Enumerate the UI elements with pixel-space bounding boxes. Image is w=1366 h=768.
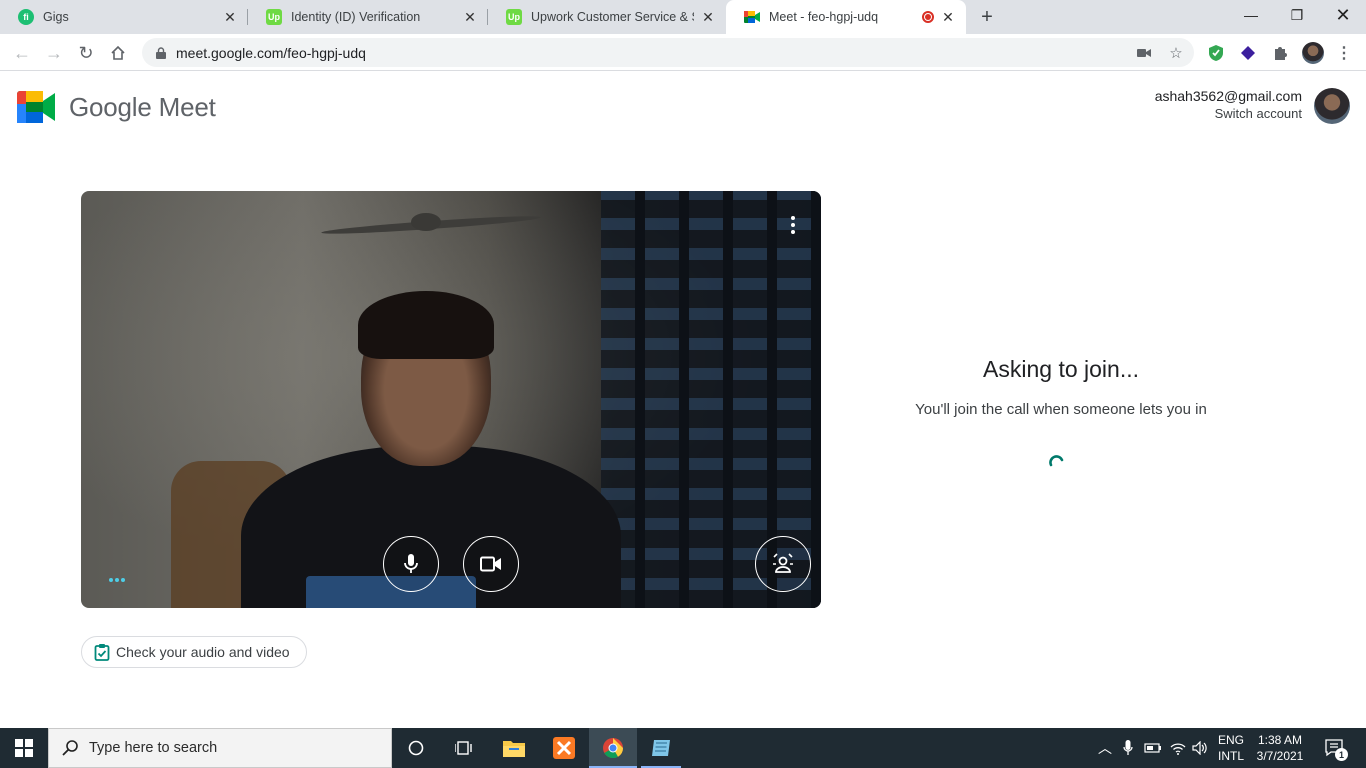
action-center-button[interactable]: 1 xyxy=(1320,728,1350,768)
taskbar-clock[interactable]: 1:38 AM 3/7/2021 xyxy=(1252,732,1308,764)
video-camera-icon xyxy=(480,556,501,572)
keyboard-layout: INTL xyxy=(1217,749,1244,763)
check-audio-video-button[interactable]: Check your audio and video xyxy=(81,636,307,668)
shield-extension-icon[interactable] xyxy=(1206,43,1226,63)
close-window-button[interactable]: ✕ xyxy=(1320,0,1366,30)
cortana-button[interactable] xyxy=(392,728,440,768)
close-icon[interactable]: ✕ xyxy=(462,9,478,25)
microphone-icon xyxy=(404,554,418,573)
chrome-button[interactable] xyxy=(589,728,637,768)
tab-meet[interactable]: Meet - feo-hgpj-udq ✕ xyxy=(726,0,966,34)
notepad-button[interactable] xyxy=(637,728,685,768)
clipboard-check-icon xyxy=(94,644,110,661)
profile-avatar[interactable] xyxy=(1302,42,1324,64)
tab-identity-verification[interactable]: Up Identity (ID) Verification ✕ xyxy=(248,0,488,34)
account-info: ashah3562@gmail.com Switch account xyxy=(1155,88,1302,122)
close-icon[interactable]: ✕ xyxy=(940,9,956,25)
restore-button[interactable]: ❐ xyxy=(1274,0,1320,30)
xampp-icon xyxy=(553,737,575,759)
tab-title: Gigs xyxy=(43,10,69,24)
tab-upwork-support[interactable]: Up Upwork Customer Service & Sup ✕ xyxy=(488,0,726,34)
audio-level-dots xyxy=(109,578,125,582)
windows-logo-icon xyxy=(15,739,33,757)
new-tab-button[interactable]: + xyxy=(976,6,998,28)
switch-account-link[interactable]: Switch account xyxy=(1155,105,1302,122)
recording-indicator-icon xyxy=(922,11,934,23)
camera-in-use-icon[interactable] xyxy=(1134,43,1154,63)
background-effects-icon xyxy=(773,553,793,573)
ceiling-fan-shape xyxy=(281,203,561,243)
chrome-icon xyxy=(603,738,624,759)
close-icon[interactable]: ✕ xyxy=(222,9,238,25)
google-meet-icon xyxy=(17,91,55,123)
google-meet-icon xyxy=(744,9,760,25)
clock-date: 3/7/2021 xyxy=(1256,749,1304,763)
google-meet-logo[interactable]: Google Meet xyxy=(17,91,216,123)
upwork-icon: Up xyxy=(506,9,522,25)
brand-name: Google Meet xyxy=(69,91,216,122)
browser-menu-icon[interactable]: ⋮ xyxy=(1334,43,1354,63)
account-avatar[interactable] xyxy=(1314,88,1350,124)
camera-toggle-button[interactable] xyxy=(463,536,519,592)
cortana-circle-icon xyxy=(408,740,424,756)
battery-tray-icon[interactable] xyxy=(1142,728,1164,768)
forward-button[interactable]: → xyxy=(41,40,67,66)
windows-taskbar: Type here to search ︿ ENG INTL 1:38 AM 3… xyxy=(0,728,1366,768)
check-audio-video-label: Check your audio and video xyxy=(116,644,290,660)
tab-title: Upwork Customer Service & Sup xyxy=(531,10,694,24)
home-button[interactable] xyxy=(105,40,131,66)
microphone-toggle-button[interactable] xyxy=(383,536,439,592)
browser-tab-strip: fi Gigs ✕ Up Identity (ID) Verification … xyxy=(0,0,1366,34)
folder-icon xyxy=(503,741,525,757)
url-text: meet.google.com/feo-hgpj-udq xyxy=(176,44,366,61)
upwork-icon: Up xyxy=(266,9,282,25)
start-button[interactable] xyxy=(0,728,48,768)
clock-time: 1:38 AM xyxy=(1257,733,1303,747)
browser-toolbar: ← → ↻ meet.google.com/feo-hgpj-udq ☆ ⋮ xyxy=(0,34,1366,71)
tab-title: Meet - feo-hgpj-udq xyxy=(769,10,879,24)
account-email: ashah3562@gmail.com xyxy=(1154,88,1302,104)
fiverr-icon: fi xyxy=(18,9,34,25)
file-explorer-button[interactable] xyxy=(490,728,538,768)
tab-title: Identity (ID) Verification xyxy=(291,10,421,24)
loading-spinner-icon xyxy=(1049,455,1064,467)
self-video-preview xyxy=(81,191,821,608)
search-icon xyxy=(62,740,78,756)
diamond-extension-icon[interactable] xyxy=(1238,43,1258,63)
bookmark-star-icon[interactable]: ☆ xyxy=(1166,43,1186,63)
task-view-icon xyxy=(455,741,472,755)
volume-tray-icon[interactable] xyxy=(1190,728,1210,768)
extensions-puzzle-icon[interactable] xyxy=(1270,43,1290,63)
task-view-button[interactable] xyxy=(440,728,488,768)
taskbar-search-placeholder: Type here to search xyxy=(89,740,218,756)
minimize-button[interactable]: — xyxy=(1228,0,1274,30)
home-icon xyxy=(111,45,125,60)
join-status-subtitle: You'll join the call when someone lets y… xyxy=(915,401,1207,418)
address-bar[interactable]: meet.google.com/feo-hgpj-udq xyxy=(142,38,1194,67)
taskbar-search-box[interactable]: Type here to search xyxy=(48,728,392,768)
notification-count-badge: 1 xyxy=(1335,748,1348,761)
xampp-button[interactable] xyxy=(540,728,588,768)
visual-effects-button[interactable] xyxy=(755,536,811,592)
reload-button[interactable]: ↻ xyxy=(73,40,99,66)
notepad-icon xyxy=(652,740,670,756)
more-options-button[interactable] xyxy=(782,214,804,236)
show-hidden-icons-button[interactable]: ︿ xyxy=(1096,728,1114,768)
lock-icon xyxy=(154,46,168,60)
wifi-tray-icon[interactable] xyxy=(1168,728,1188,768)
microphone-tray-icon[interactable] xyxy=(1118,728,1138,768)
language-code: ENG xyxy=(1217,733,1244,747)
person-hair-shape xyxy=(358,291,494,359)
close-icon[interactable]: ✕ xyxy=(700,9,716,25)
back-button[interactable]: ← xyxy=(9,40,35,66)
input-language-indicator[interactable]: ENG INTL xyxy=(1214,732,1248,764)
join-status-title: Asking to join... xyxy=(983,356,1139,382)
tab-gigs[interactable]: fi Gigs ✕ xyxy=(0,0,248,34)
